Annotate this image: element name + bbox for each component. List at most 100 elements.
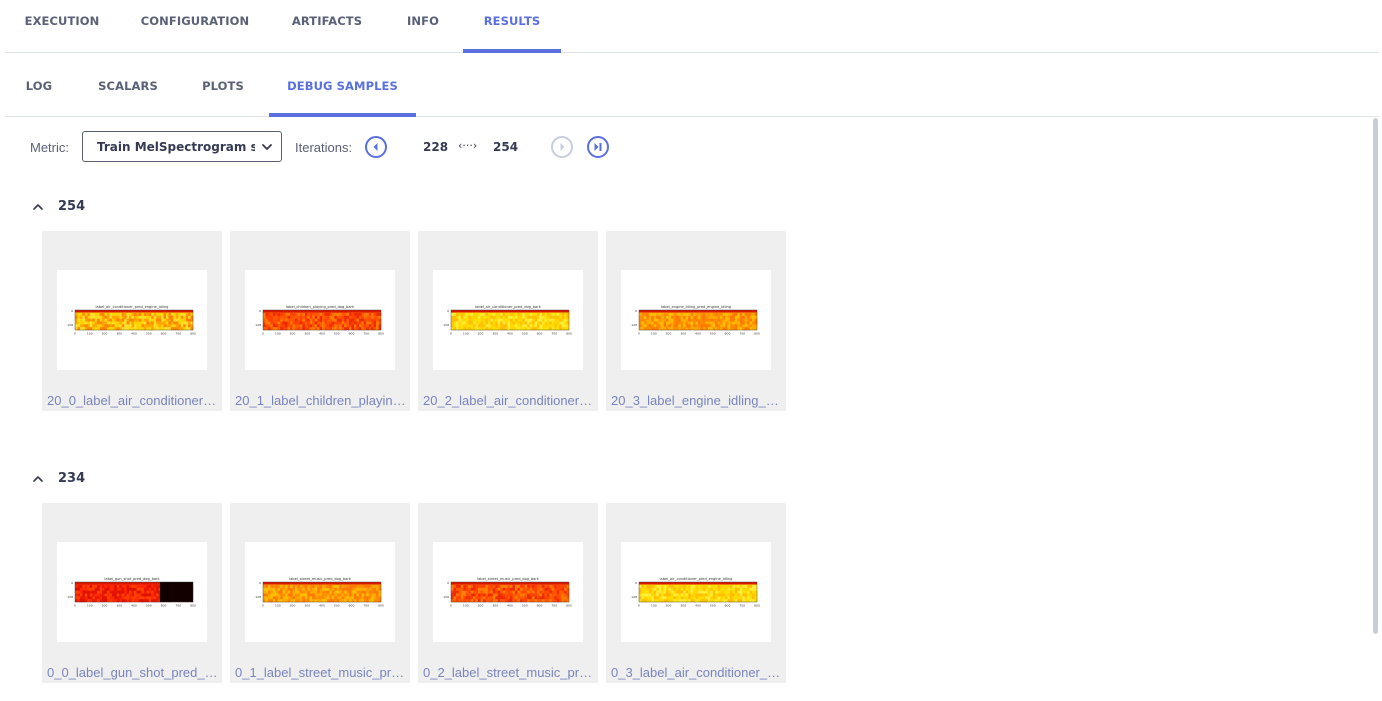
svg-text:0: 0	[635, 309, 637, 313]
spectrogram-thumbnail: label_gun_shot_pred_dog_bark 0 128 0 100 200 3…	[57, 542, 207, 642]
svg-text:800: 800	[754, 332, 760, 336]
tab-results[interactable]: RESULTS	[463, 0, 561, 53]
svg-text:800: 800	[190, 604, 196, 608]
iteration-group-label: 254	[58, 199, 86, 214]
spectrogram-image: label_air_conditioner_pred_engine_idling…	[631, 577, 760, 608]
debug-sample-card[interactable]: label_air_conditioner_pred_engine_idling…	[606, 503, 786, 683]
svg-text:100: 100	[651, 604, 657, 608]
svg-text:300: 300	[680, 604, 686, 608]
tab-label: INFO	[407, 14, 439, 28]
chevron-right-circle-icon	[560, 143, 565, 151]
sample-caption: 0_1_label_street_music_pred_dog_bark	[235, 665, 407, 680]
svg-text:128: 128	[255, 595, 261, 599]
svg-text:300: 300	[304, 604, 310, 608]
tab-label: PLOTS	[202, 79, 244, 93]
svg-text:700: 700	[175, 332, 181, 336]
svg-text:128: 128	[631, 323, 637, 327]
iteration-group-header[interactable]: 234	[30, 470, 110, 490]
tab-label: ARTIFACTS	[291, 14, 363, 28]
svg-text:800: 800	[566, 332, 572, 336]
metric-select[interactable]: Train MelSpectrogram samples	[82, 131, 282, 162]
spectrogram-thumbnail: label_street_music_pred_dog_bark 0 128 0 100…	[433, 542, 583, 642]
chevron-down-icon	[262, 144, 272, 150]
spectrogram-thumbnail: label_engine_idling_pred_engine_idling 0 1…	[621, 270, 771, 370]
last-iteration-button[interactable]	[587, 136, 609, 158]
debug-sample-card[interactable]: label_engine_idling_pred_engine_idling 0 1…	[606, 231, 786, 411]
debug-sample-card[interactable]: label_air_conditioner_pred_engine_idling…	[42, 231, 222, 411]
iteration-range-end: 254	[493, 140, 519, 154]
sample-caption: 20_1_label_children_playing_pred_dog_bar…	[235, 393, 407, 408]
svg-text:400: 400	[695, 604, 701, 608]
svg-text:0: 0	[71, 309, 73, 313]
svg-text:500: 500	[146, 604, 152, 608]
spectrogram-image: label_children_playing_pred_dog_bark 0 128…	[255, 305, 384, 336]
tab-scalars[interactable]: SCALARS	[85, 53, 171, 116]
svg-text:800: 800	[190, 332, 196, 336]
svg-text:400: 400	[695, 332, 701, 336]
tab-execution[interactable]: EXECUTION	[5, 0, 119, 52]
svg-text:200: 200	[102, 332, 108, 336]
vertical-scrollbar[interactable]	[1373, 118, 1378, 634]
debug-sample-card[interactable]: label_street_music_pred_dog_bark 0 128 0 100…	[418, 503, 598, 683]
spectrogram-image: label_gun_shot_pred_dog_bark 0 128 0 100 200 3…	[67, 577, 196, 608]
svg-text:0: 0	[450, 332, 452, 336]
svg-text:500: 500	[334, 604, 340, 608]
svg-text:100: 100	[87, 604, 93, 608]
tab-artifacts[interactable]: ARTIFACTS	[281, 0, 373, 52]
metric-select-value: Train MelSpectrogram samples	[97, 140, 255, 154]
tab-log[interactable]: LOG	[15, 53, 63, 116]
svg-text:0: 0	[74, 604, 76, 608]
svg-text:600: 600	[537, 604, 543, 608]
sample-caption: 0_3_label_air_conditioner_pred_engine_id…	[611, 665, 783, 680]
svg-text:128: 128	[255, 323, 261, 327]
svg-text:800: 800	[754, 604, 760, 608]
svg-text:label_street_music_pred_dog_ba: label_street_music_pred_dog_bark	[477, 577, 540, 581]
svg-text:700: 700	[739, 332, 745, 336]
svg-text:800: 800	[378, 332, 384, 336]
svg-text:label_air_conditioner_pred_dog: label_air_conditioner_pred_dog_bark	[475, 305, 542, 309]
debug-sample-card[interactable]: label_street_music_pred_dog_bark 0 128 0 100…	[230, 503, 410, 683]
tab-label: DEBUG SAMPLES	[287, 79, 398, 93]
tab-plots[interactable]: PLOTS	[191, 53, 255, 116]
svg-text:400: 400	[131, 604, 137, 608]
debug-sample-card[interactable]: label_gun_shot_pred_dog_bark 0 128 0 100 200 3…	[42, 503, 222, 683]
svg-text:0: 0	[262, 604, 264, 608]
svg-text:600: 600	[349, 332, 355, 336]
svg-text:500: 500	[334, 332, 340, 336]
tab-configuration[interactable]: CONFIGURATION	[133, 0, 257, 52]
spectrogram-thumbnail: label_air_conditioner_pred_engine_idling…	[57, 270, 207, 370]
next-iteration-button[interactable]	[551, 136, 573, 158]
svg-text:100: 100	[651, 332, 657, 336]
spectrogram-image: label_street_music_pred_dog_bark 0 128 0 100…	[255, 577, 384, 608]
svg-text:0: 0	[447, 309, 449, 313]
svg-text:0: 0	[450, 604, 452, 608]
svg-text:400: 400	[319, 332, 325, 336]
tab-debug-samples[interactable]: DEBUG SAMPLES	[269, 53, 416, 117]
debug-samples-toolbar: Metric: Train MelSpectrogram samples Ite…	[0, 130, 700, 164]
svg-text:300: 300	[680, 332, 686, 336]
svg-text:200: 200	[102, 604, 108, 608]
chevron-up-icon	[33, 476, 43, 482]
svg-text:500: 500	[522, 332, 528, 336]
svg-text:0: 0	[638, 604, 640, 608]
svg-text:label_air_conditioner_pred_eng: label_air_conditioner_pred_engine_idling	[660, 577, 733, 581]
svg-text:600: 600	[725, 604, 731, 608]
tab-underline	[269, 113, 416, 117]
sample-caption: 20_2_label_air_conditioner_pred_dog_bark	[423, 393, 595, 408]
svg-text:600: 600	[537, 332, 543, 336]
svg-text:200: 200	[290, 332, 296, 336]
svg-text:100: 100	[87, 332, 93, 336]
svg-text:200: 200	[666, 604, 672, 608]
tab-info[interactable]: INFO	[395, 0, 451, 52]
svg-text:500: 500	[710, 604, 716, 608]
svg-text:300: 300	[492, 332, 498, 336]
svg-text:128: 128	[67, 323, 73, 327]
spectrogram-thumbnail: label_children_playing_pred_dog_bark 0 128…	[245, 270, 395, 370]
svg-text:300: 300	[116, 332, 122, 336]
debug-sample-card[interactable]: label_air_conditioner_pred_dog_bark 0 128 0…	[418, 231, 598, 411]
svg-text:0: 0	[262, 332, 264, 336]
previous-iteration-button[interactable]	[365, 136, 387, 158]
tab-label: RESULTS	[483, 14, 541, 28]
iteration-group-header[interactable]: 254	[30, 198, 110, 218]
debug-sample-card[interactable]: label_children_playing_pred_dog_bark 0 128…	[230, 231, 410, 411]
